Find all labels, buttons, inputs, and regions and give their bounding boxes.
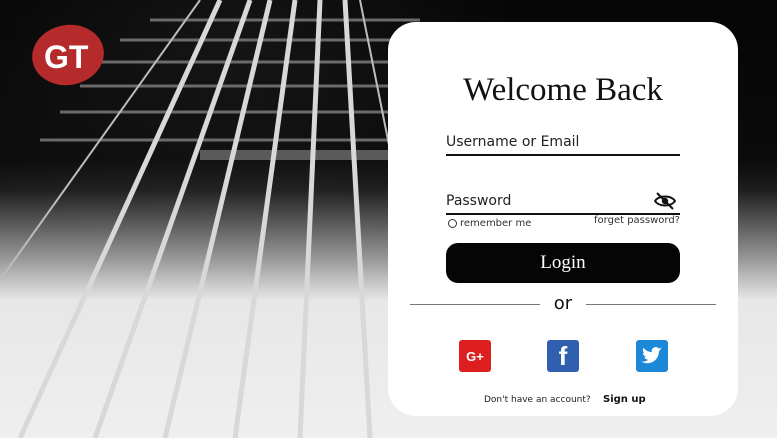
or-label: or [553,293,573,314]
page-title: Welcome Back [463,72,663,108]
username-input[interactable] [446,130,680,156]
logo-text: GT [44,39,89,75]
twitter-button[interactable] [636,340,668,372]
password-input[interactable] [446,189,680,215]
google-plus-icon: G+ [466,348,484,364]
divider-right [586,304,716,305]
no-account-text: Don't have an account? [484,395,591,405]
forget-password-link[interactable]: forget password? [594,215,680,226]
facebook-button[interactable]: f [547,340,579,372]
login-button[interactable]: Login [446,243,680,283]
login-card: Welcome Back remember me forget password… [388,22,738,416]
remember-me[interactable]: remember me [448,218,531,229]
remember-radio[interactable] [448,219,457,228]
eye-slash-icon[interactable] [653,192,677,210]
remember-label: remember me [460,218,532,229]
brand-logo: GT [30,22,112,88]
divider-left [410,304,540,305]
twitter-icon [641,347,662,364]
google-plus-button[interactable]: G+ [459,340,491,372]
facebook-icon: f [558,341,568,371]
signup-link[interactable]: Sign up [603,394,646,405]
